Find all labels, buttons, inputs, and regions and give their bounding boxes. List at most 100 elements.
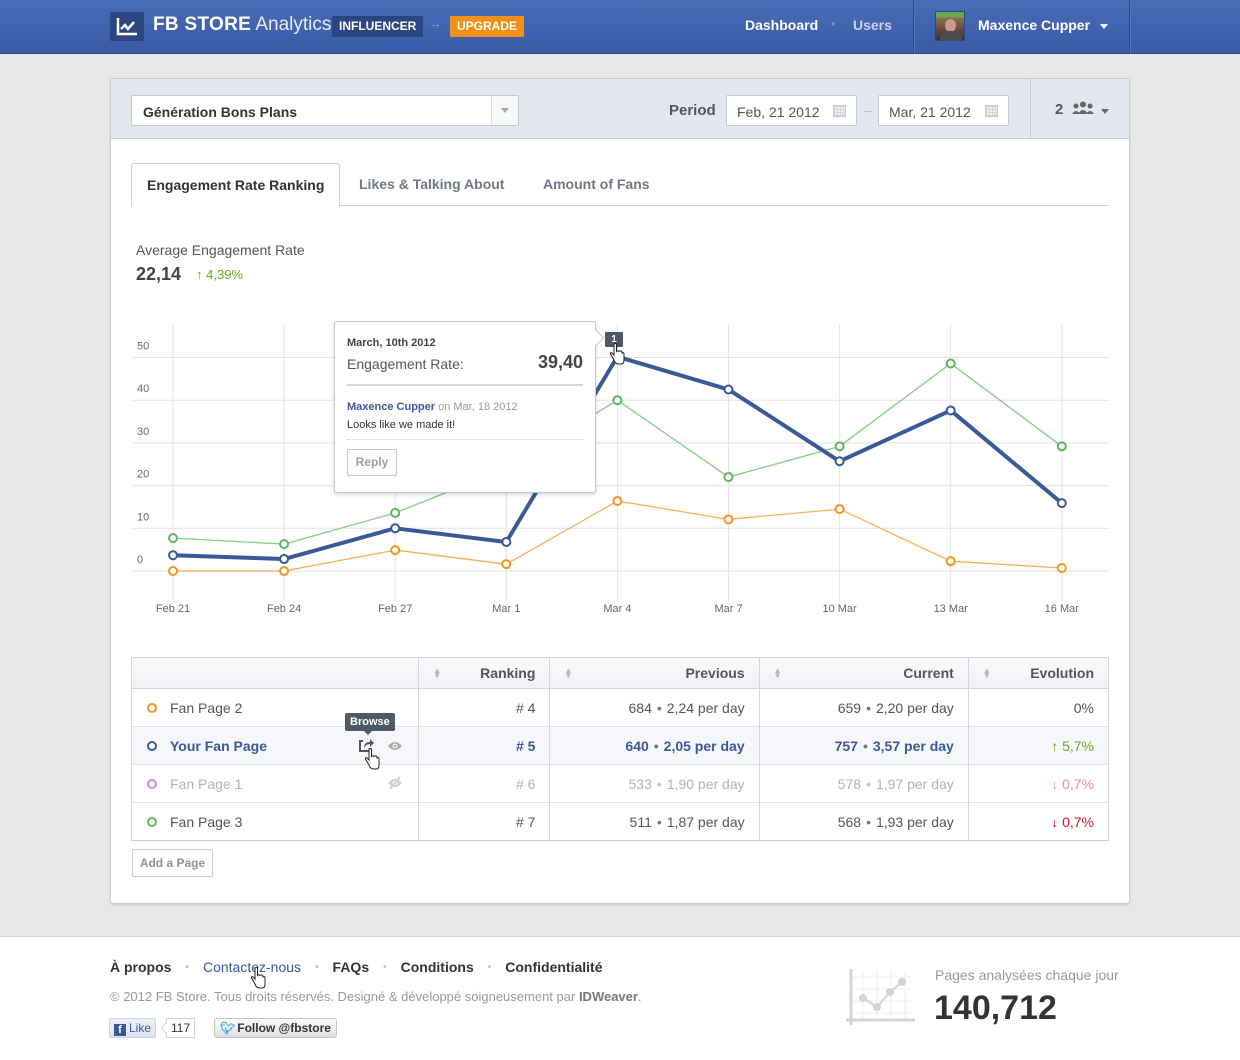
logo[interactable]: [110, 12, 144, 41]
data-point: [390, 545, 401, 556]
designer-link[interactable]: IDWeaver: [579, 989, 638, 1004]
brand-light: Analytics: [255, 14, 332, 35]
y-tick-label: 30: [137, 426, 149, 438]
table-header-row: ▲ ▼ Ranking ▲ ▼ Previous ▲ ▼ Current ▲ ▼ Evoluti…: [130, 657, 1110, 689]
data-point: [612, 495, 623, 506]
separator: •: [487, 962, 492, 973]
arrow-down-icon: ↓: [1051, 775, 1059, 792]
data-point: [168, 533, 178, 544]
nav-users[interactable]: Users: [853, 17, 892, 33]
sort-icon[interactable]: ▲ ▼: [433, 667, 441, 680]
current-cell: 757 • 3,57 per day: [758, 726, 969, 765]
page-name[interactable]: Fan Page 2: [170, 700, 242, 716]
analytics-panel: Génération Bons Plans Period Feb, 21 201…: [110, 78, 1130, 904]
x-tick-label: Feb 21: [156, 603, 190, 615]
tooltip-date: March, 10th 2012: [347, 337, 436, 349]
column-header-ranking[interactable]: ▲ ▼ Ranking: [418, 657, 551, 689]
twitter-follow-button[interactable]: 🐦︎ Follow @fbstore: [214, 1018, 337, 1038]
table-row[interactable]: Fan Page 1 # 6 533 • 1,90 per day 578 • 1,97…: [130, 764, 1110, 803]
comment-date: on Mar, 18 2012: [438, 401, 518, 413]
data-point: [834, 456, 845, 467]
page-name[interactable]: Your Fan Page: [170, 738, 267, 754]
y-tick-label: 20: [137, 469, 149, 481]
copyright: © 2012 FB Store. Tous droits réservés. D…: [110, 989, 642, 1004]
data-point: [1056, 441, 1067, 452]
data-point: [945, 405, 956, 416]
sort-icon[interactable]: ▲ ▼: [564, 667, 572, 680]
page-name[interactable]: Fan Page 1: [170, 776, 242, 792]
table-row[interactable]: Fan Page 3 # 7 511 • 1,87 per day 568 • 1,93…: [130, 802, 1110, 841]
current-cell: 578 • 1,97 per day: [758, 764, 969, 803]
previous-cell: 533 • 1,90 per day: [549, 764, 760, 803]
data-point: [723, 514, 734, 525]
footer-link-conditions[interactable]: Conditions: [401, 959, 474, 975]
divider: [347, 384, 583, 386]
evolution-cell: ↑ 5,7%: [967, 726, 1110, 765]
tooltip-metric-label: Engagement Rate:: [347, 356, 464, 372]
separator: •: [383, 962, 387, 973]
column-header-current[interactable]: ▲ ▼ Current: [758, 657, 969, 689]
series-marker-icon: [147, 703, 157, 713]
comment-author-link[interactable]: Maxence Cupper: [347, 401, 435, 413]
user-menu-name[interactable]: Maxence Cupper: [978, 17, 1090, 33]
footer-link-privacy[interactable]: Confidentialité: [505, 959, 602, 975]
y-tick-label: 50: [137, 341, 149, 353]
data-point: [390, 507, 401, 518]
add-page-button[interactable]: Add a Page: [132, 849, 213, 877]
chart-logo-icon: [116, 18, 137, 36]
column-header-previous[interactable]: ▲ ▼ Previous: [549, 657, 760, 689]
data-point: [501, 536, 512, 547]
footer-link-faqs[interactable]: FAQs: [333, 959, 370, 975]
evolution-cell: ↓ 0,7%: [967, 802, 1110, 841]
eye-slash-icon[interactable]: [387, 776, 403, 790]
data-point: [612, 395, 623, 406]
facebook-like-button[interactable]: f Like: [109, 1018, 157, 1038]
facebook-icon: f: [114, 1024, 126, 1036]
hand-cursor-icon: [609, 343, 625, 365]
ranking-table: ▲ ▼ Ranking ▲ ▼ Previous ▲ ▼ Current ▲ ▼ Evoluti…: [130, 657, 1110, 841]
top-navbar: FB STORE Analytics INFLUENCER → UPGRADE …: [0, 0, 1240, 54]
table-row-your-page[interactable]: Your Fan Page # 5 640 • 2,05 per day 757 • 3…: [130, 726, 1110, 765]
arrow-right-icon: →: [428, 15, 442, 31]
footer-link-about[interactable]: À propos: [110, 959, 171, 975]
data-point: [501, 559, 512, 570]
data-point: [1056, 563, 1067, 574]
brand-title[interactable]: FB STORE Analytics: [153, 14, 331, 36]
y-tick-label: 0: [137, 554, 143, 566]
table-row[interactable]: Fan Page 2 # 4 684 • 2,24 per day 659 • 2,20…: [130, 688, 1110, 727]
footer: À propos • Contactez-nous • FAQs • Conditions •…: [0, 936, 1240, 1060]
row-actions: [387, 776, 403, 793]
twitter-bird-icon: 🐦︎: [220, 1021, 236, 1035]
separator: •: [315, 962, 319, 973]
current-cell: 659 • 2,20 per day: [758, 688, 969, 727]
comment-text: Looks like we made it!: [347, 419, 456, 431]
sort-icon[interactable]: ▲ ▼: [774, 667, 782, 680]
reply-button[interactable]: Reply: [347, 449, 397, 476]
x-tick-label: Mar 4: [603, 603, 631, 615]
separator: •: [185, 962, 189, 973]
data-point: [945, 358, 956, 369]
previous-cell: 511 • 1,87 per day: [549, 802, 760, 841]
x-tick-label: 16 Mar: [1045, 603, 1080, 615]
divider: [913, 0, 914, 54]
sort-icon[interactable]: ▲ ▼: [983, 667, 991, 680]
ranking-cell: # 4: [418, 688, 551, 727]
data-point: [279, 566, 290, 576]
x-tick-label: 13 Mar: [934, 603, 969, 615]
upgrade-button[interactable]: UPGRADE: [450, 16, 525, 37]
data-point: [279, 539, 290, 550]
series-marker-icon: [147, 817, 157, 827]
chevron-down-icon[interactable]: [1100, 24, 1108, 29]
data-point: [723, 472, 734, 483]
comment-author: Maxence Cupper on Mar, 18 2012: [347, 401, 518, 413]
column-header-page: [130, 657, 420, 689]
data-point: [834, 504, 845, 515]
avatar[interactable]: [935, 11, 965, 41]
column-header-evolution[interactable]: ▲ ▼ Evolution: [967, 657, 1110, 689]
arrow-down-icon: ↓: [1051, 813, 1059, 830]
arrow-up-icon: ↑: [1051, 737, 1059, 754]
eye-icon[interactable]: [387, 740, 403, 752]
page-name[interactable]: Fan Page 3: [170, 814, 242, 830]
previous-cell: 640 • 2,05 per day: [549, 726, 760, 765]
nav-dashboard[interactable]: Dashboard: [745, 17, 818, 33]
